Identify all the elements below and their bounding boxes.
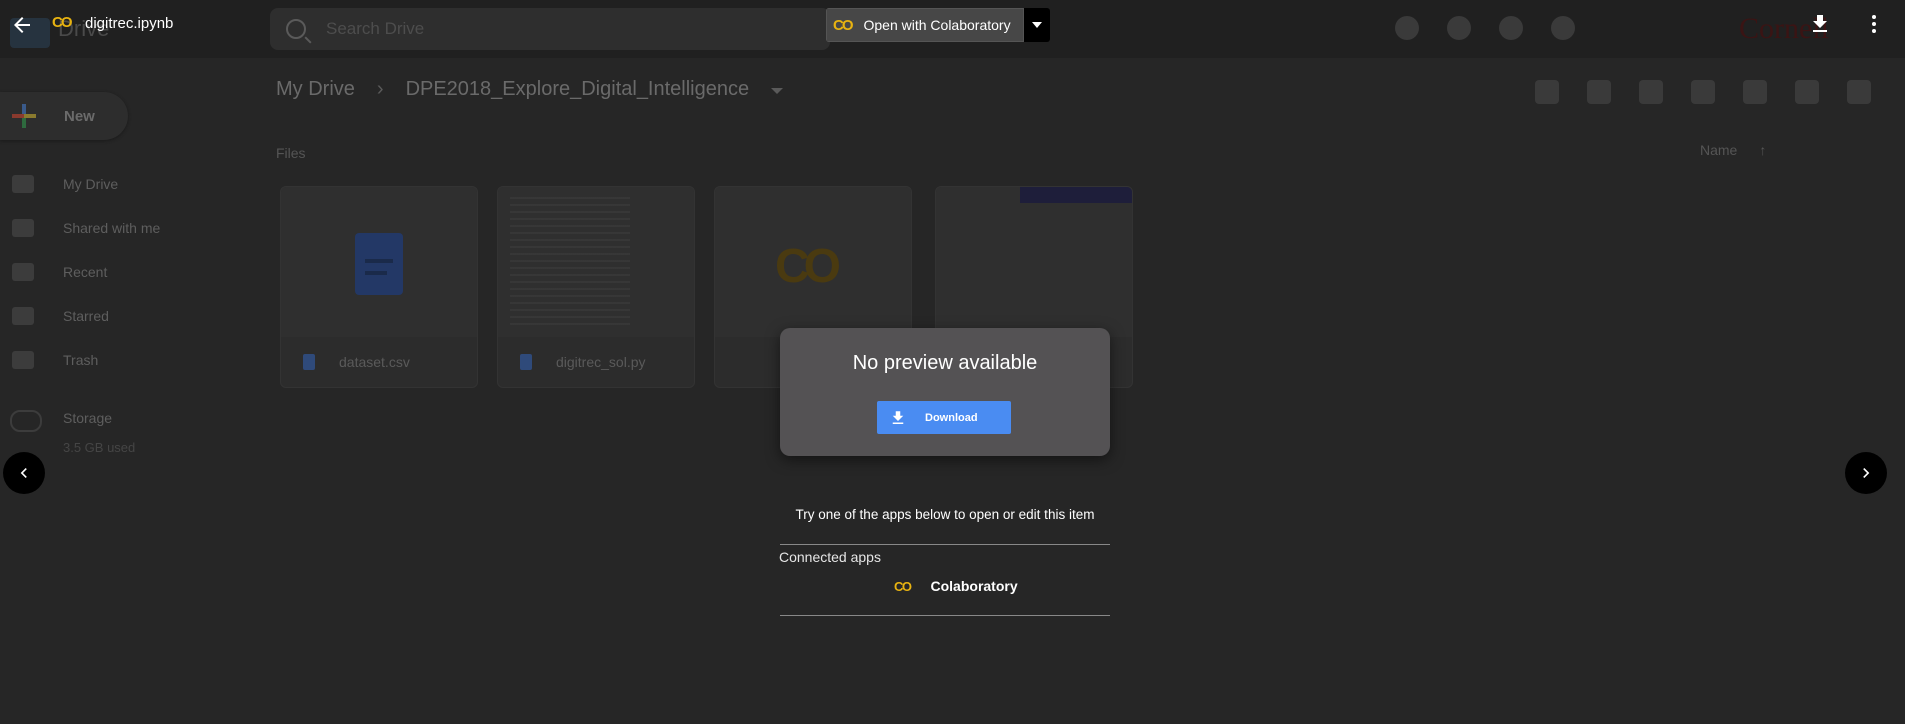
- sort-by-name: Name: [1700, 142, 1766, 158]
- link-icon: [1535, 80, 1559, 104]
- file-name: digitrec_sol.py: [556, 354, 646, 370]
- sidebar-nav: My Drive Shared with me Recent Starred T…: [0, 162, 260, 382]
- chevron-right-icon: ›: [376, 78, 384, 100]
- download-label: Download: [925, 411, 978, 424]
- colab-icon: CO: [52, 14, 72, 31]
- download-button[interactable]: Download: [877, 401, 1011, 434]
- sidebar-item-starred: Starred: [0, 294, 260, 338]
- file-thumbnail: CO: [715, 187, 911, 337]
- app-item-colaboratory[interactable]: CO Colaboratory: [894, 578, 1018, 594]
- try-apps-text: Try one of the apps below to open or edi…: [795, 507, 1095, 522]
- clock-icon: [12, 263, 34, 281]
- sidebar-item-trash: Trash: [0, 338, 260, 382]
- drive-icon: [12, 175, 34, 193]
- file-card: digitrec_sol.py: [497, 186, 695, 388]
- download-icon[interactable]: [1808, 12, 1832, 36]
- sidebar-item-label: Recent: [63, 264, 108, 280]
- share-icon: [1587, 80, 1611, 104]
- file-toolbar: [1535, 80, 1871, 104]
- code-thumbnail: [510, 197, 630, 327]
- star-icon: [12, 307, 34, 325]
- viewer-header: CO digitrec.ipynb CO Open with Colaborat…: [0, 0, 1905, 50]
- file-title: digitrec.ipynb: [85, 15, 174, 32]
- plus-icon: [12, 104, 36, 128]
- connected-apps-label: Connected apps: [779, 549, 881, 565]
- new-button-label: New: [64, 107, 95, 125]
- trash-icon: [12, 351, 34, 369]
- people-icon: [12, 219, 34, 237]
- sidebar-item-my-drive: My Drive: [0, 162, 260, 206]
- divider: [780, 544, 1110, 545]
- sidebar-item-label: Starred: [63, 308, 109, 324]
- previous-file-button[interactable]: [3, 452, 45, 494]
- storage-label: Storage: [63, 410, 113, 426]
- open-with-main[interactable]: CO Open with Colaboratory: [826, 8, 1024, 42]
- breadcrumb: My Drive › DPE2018_Explore_Digital_Intel…: [276, 78, 784, 101]
- doc-icon: [520, 354, 532, 370]
- cloud-icon: [10, 410, 42, 432]
- doc-icon: [303, 354, 315, 370]
- more-vert-icon[interactable]: [1862, 12, 1886, 36]
- divider: [780, 615, 1110, 616]
- file-footer: dataset.csv: [281, 337, 477, 387]
- dropdown-arrow-icon: [771, 88, 784, 94]
- chevron-right-icon: [1863, 468, 1870, 478]
- sidebar-item-recent: Recent: [0, 250, 260, 294]
- next-file-button[interactable]: [1845, 452, 1887, 494]
- delete-icon: [1691, 80, 1715, 104]
- storage-used: 3.5 GB used: [63, 440, 136, 455]
- new-button: New: [0, 92, 128, 140]
- open-with-label: Open with Colaboratory: [863, 17, 1011, 33]
- colab-icon: CO: [833, 16, 853, 34]
- open-with-dropdown[interactable]: [1023, 8, 1050, 42]
- sidebar-item-shared: Shared with me: [0, 206, 260, 250]
- download-icon: [892, 410, 904, 424]
- file-footer: digitrec_sol.py: [498, 337, 694, 387]
- file-card: dataset.csv: [280, 186, 478, 388]
- info-icon: [1847, 80, 1871, 104]
- files-section-label: Files: [276, 145, 306, 161]
- file-thumbnail: [936, 187, 1132, 337]
- colab-icon: CO: [775, 240, 841, 293]
- notebook-thumbnail: [1020, 187, 1132, 203]
- sidebar-item-label: Trash: [63, 352, 99, 368]
- chevron-down-icon: [1031, 22, 1042, 28]
- back-arrow-icon[interactable]: [10, 13, 34, 37]
- file-thumbnail: [498, 187, 694, 337]
- no-preview-card: No preview available Download: [780, 328, 1110, 456]
- breadcrumb-root: My Drive: [276, 78, 355, 100]
- app-name: Colaboratory: [930, 578, 1018, 594]
- sidebar-item-label: Shared with me: [63, 220, 161, 236]
- open-with-button[interactable]: CO Open with Colaboratory: [826, 8, 1050, 42]
- more-icon: [1743, 80, 1767, 104]
- chevron-left-icon: [20, 468, 27, 478]
- preview-icon: [1639, 80, 1663, 104]
- file-name: dataset.csv: [339, 354, 410, 370]
- colab-icon: CO: [894, 578, 912, 594]
- no-preview-message: No preview available: [852, 352, 1038, 374]
- doc-icon: [355, 233, 403, 295]
- file-thumbnail: [281, 187, 477, 337]
- breadcrumb-current: DPE2018_Explore_Digital_Intelligence: [405, 78, 750, 100]
- list-view-icon: [1795, 80, 1819, 104]
- sidebar-item-label: My Drive: [63, 176, 119, 192]
